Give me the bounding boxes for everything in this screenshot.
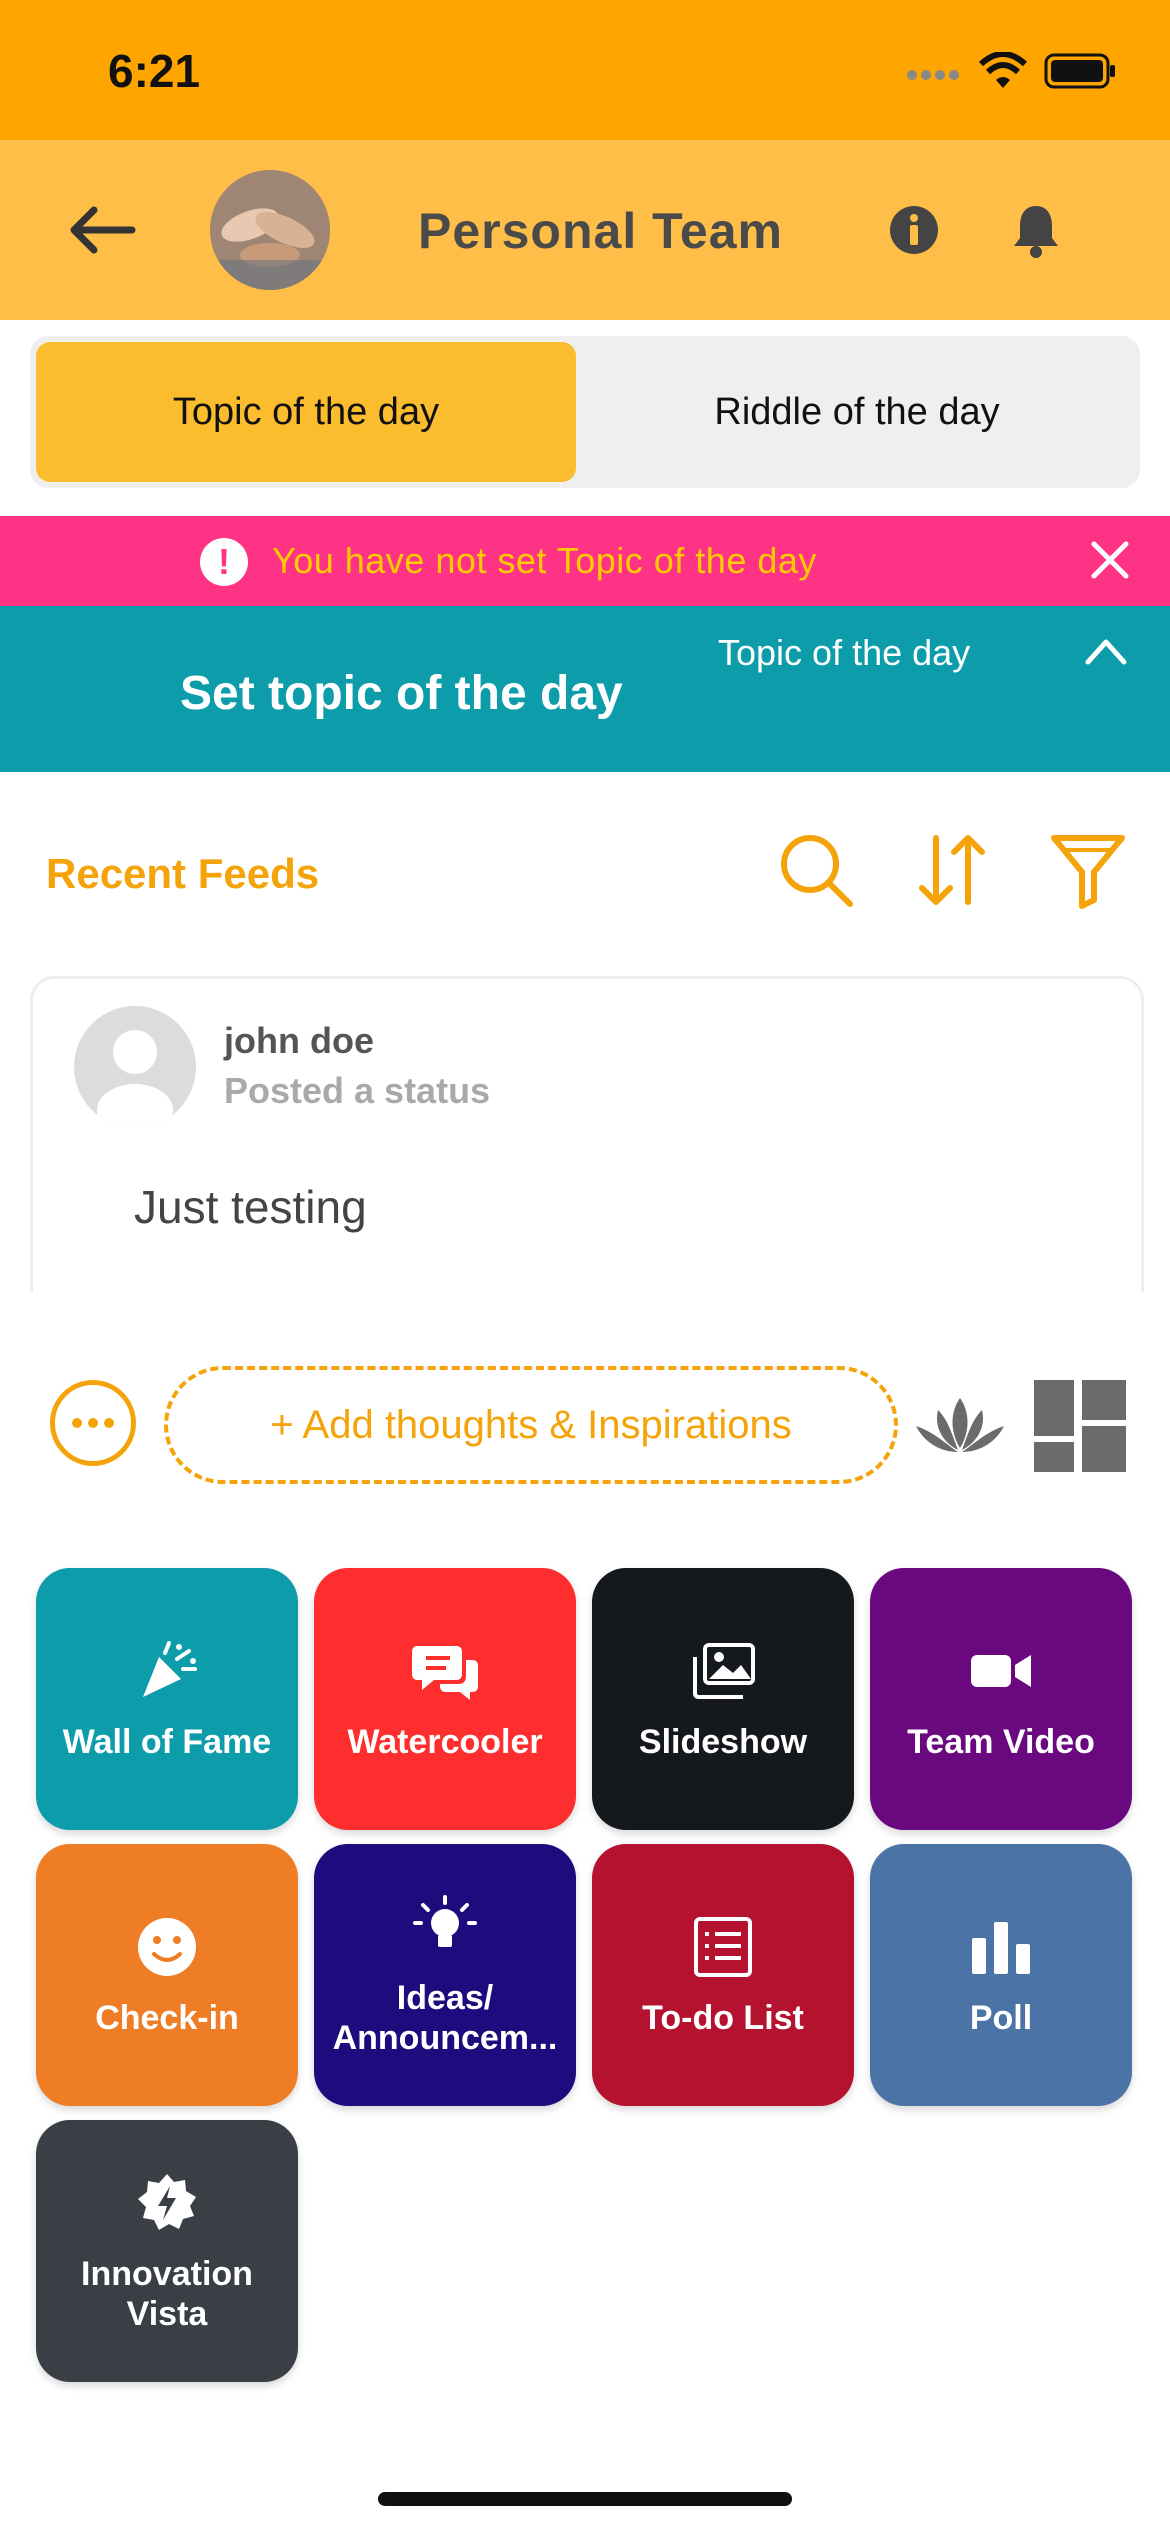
video-camera-icon [966,1636,1036,1706]
chat-bubbles-icon [410,1636,480,1706]
tile-label: Slideshow [638,1723,808,1761]
post-author[interactable]: john doe [224,1020,374,1062]
alert-icon: ! [200,538,248,586]
tile-label: To-do List [642,1999,804,2037]
party-popper-icon [132,1636,202,1706]
tile-label: Watercooler [347,1723,543,1761]
tile-todo-list[interactable]: To-do List [592,1844,854,2106]
set-topic-label[interactable]: Set topic of the day [180,666,623,721]
tile-team-video[interactable]: Team Video [870,1568,1132,1830]
page-title: Personal Team [418,203,784,259]
tile-innovation-vista[interactable]: Innovation Vista [36,2120,298,2382]
tile-slideshow[interactable]: Slideshow [592,1568,854,1830]
tile-ideas-announcements[interactable]: Ideas/ Announcem... [314,1844,576,2106]
avatar [74,1006,196,1128]
wifi-icon [978,52,1028,88]
more-options-button[interactable] [50,1380,136,1466]
post-body: Just testing [134,1181,367,1233]
tab-riddle-of-the-day[interactable]: Riddle of the day [580,342,1134,482]
bell-icon[interactable] [1010,202,1062,258]
lotus-icon[interactable] [912,1390,1008,1462]
tile-label: Check-in [95,1999,239,2037]
status-icons [906,52,1118,90]
dashboard-grid-icon[interactable] [1034,1380,1126,1472]
battery-icon [1044,53,1115,89]
signal-icon [907,70,959,80]
back-arrow-icon[interactable] [62,200,142,260]
tile-label: Innovation Vista [81,2255,253,2333]
tile-label: Team Video [907,1723,1095,1761]
info-icon[interactable] [888,204,940,256]
bar-chart-icon [966,1912,1036,1982]
lightbulb-icon [410,1892,480,1962]
alert-text: You have not set Topic of the day [272,540,817,581]
team-avatar[interactable] [210,170,330,290]
status-time: 6:21 [108,45,201,97]
segmented-tabs: Topic of the day Riddle of the day [30,336,1140,488]
tile-wall-of-fame[interactable]: Wall of Fame [36,1568,298,1830]
close-icon[interactable] [1090,540,1130,580]
dot [72,1418,82,1428]
tile-label: Wall of Fame [62,1723,272,1761]
dot [88,1418,98,1428]
filter-icon[interactable] [1048,830,1128,910]
card-cutoff [0,1292,1170,1332]
innovation-badge-icon [132,2168,202,2238]
tile-label: Ideas/ Announcem... [332,1979,558,2057]
tile-check-in[interactable]: Check-in [36,1844,298,2106]
list-icon [688,1912,758,1982]
home-indicator [378,2492,792,2506]
chevron-up-icon[interactable] [1084,636,1128,666]
topic-panel-subtitle: Topic of the day [718,632,971,673]
post-action: Posted a status [224,1070,491,1111]
recent-feeds-title: Recent Feeds [46,850,320,897]
tab-topic-of-the-day[interactable]: Topic of the day [36,342,576,482]
images-icon [688,1636,758,1706]
dot [104,1418,114,1428]
tile-poll[interactable]: Poll [870,1844,1132,2106]
post-card[interactable] [30,976,1144,1299]
smiley-icon [132,1912,202,1982]
tile-label: Poll [969,1999,1033,2037]
sort-icon[interactable] [912,830,992,910]
tile-watercooler[interactable]: Watercooler [314,1568,576,1830]
search-icon[interactable] [776,830,856,910]
add-thoughts-input[interactable]: + Add thoughts & Inspirations [164,1366,898,1484]
